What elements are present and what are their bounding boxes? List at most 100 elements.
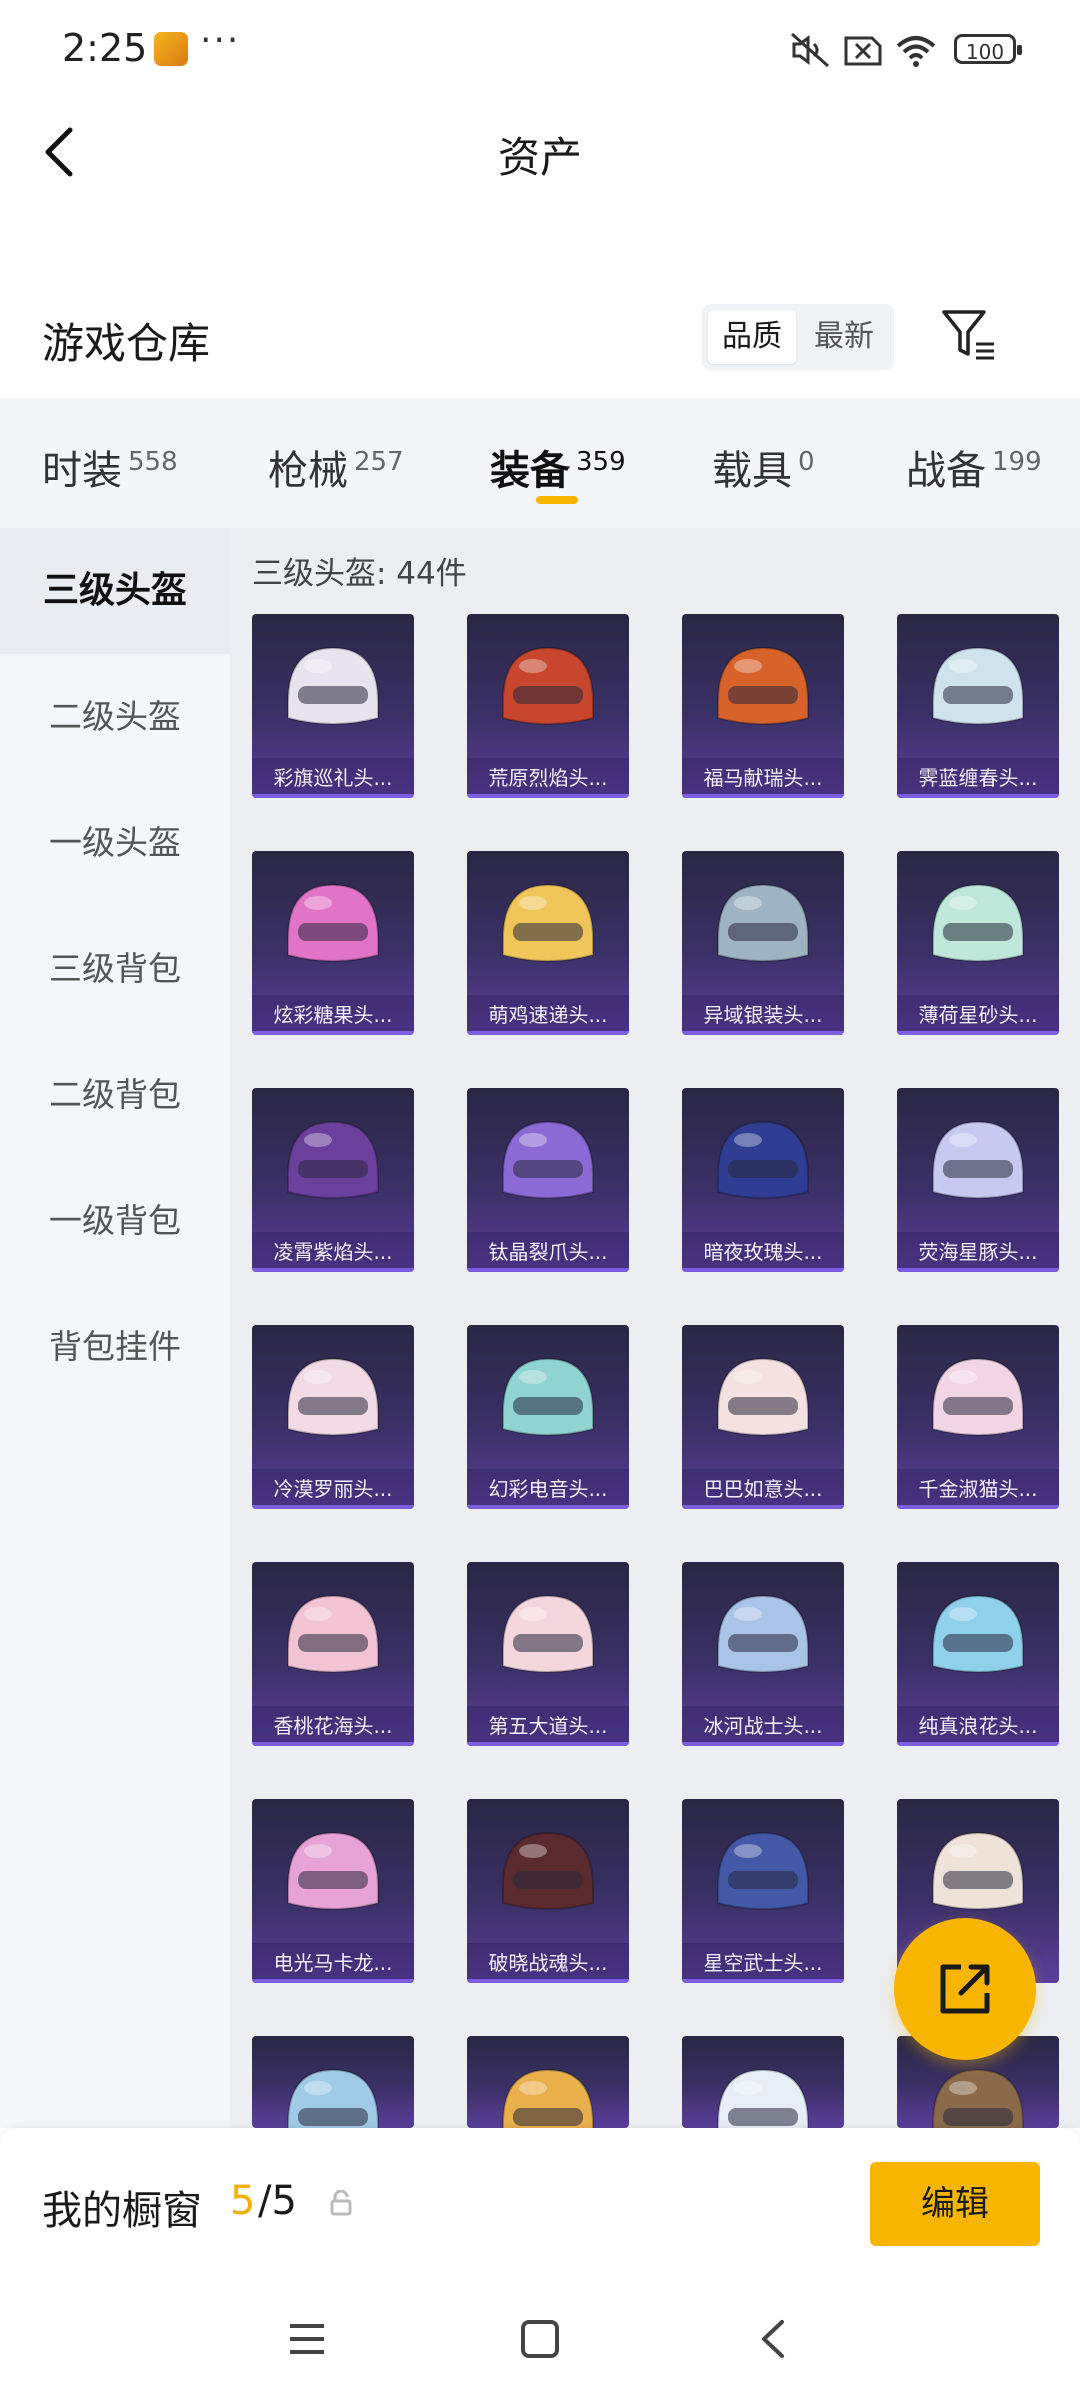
helmet-icon	[287, 1594, 379, 1673]
helmet-icon	[287, 2068, 379, 2128]
back-nav-icon[interactable]	[750, 2314, 800, 2364]
helmet-icon	[717, 646, 809, 725]
item-card[interactable]: 霁蓝缠春头...	[897, 614, 1059, 798]
helmet-icon	[932, 2068, 1024, 2128]
item-name: 暗夜玫瑰头...	[682, 1232, 844, 1272]
filter-icon[interactable]	[940, 306, 998, 364]
rarity-edge	[252, 794, 414, 798]
item-card[interactable]: 破晓战魂头...	[467, 1799, 629, 1983]
item-card[interactable]: 星空武士头...	[682, 1799, 844, 1983]
item-card[interactable]	[467, 2036, 629, 2128]
rarity-edge	[682, 794, 844, 798]
item-card[interactable]: 电光马卡龙...	[252, 1799, 414, 1983]
item-name: 星空武士头...	[682, 1943, 844, 1983]
rarity-edge	[467, 1742, 629, 1746]
status-more-indicator: ···	[200, 20, 241, 61]
category-level3-helmet[interactable]: 三级头盔	[0, 528, 230, 654]
item-card[interactable]: 千金淑猫头...	[897, 1325, 1059, 1509]
rarity-edge	[467, 1505, 629, 1509]
category-level2-helmet[interactable]: 二级头盔	[0, 654, 230, 780]
rarity-edge	[467, 1979, 629, 1983]
rarity-edge	[252, 1979, 414, 1983]
rarity-edge	[897, 794, 1059, 798]
helmet-icon	[717, 1120, 809, 1199]
category-level1-helmet[interactable]: 一级头盔	[0, 780, 230, 906]
recent-apps-icon[interactable]	[282, 2314, 332, 2364]
sort-latest-button[interactable]: 最新	[800, 310, 888, 364]
item-card[interactable]: 彩旗巡礼头...	[252, 614, 414, 798]
share-floating-button[interactable]	[894, 1918, 1036, 2060]
item-card[interactable]: 暗夜玫瑰头...	[682, 1088, 844, 1272]
tab-equipment[interactable]: 装备 359	[490, 438, 626, 496]
item-card[interactable]: 幻彩电音头...	[467, 1325, 629, 1509]
category-backpack-pendant[interactable]: 背包挂件	[0, 1284, 230, 1410]
equipment-tabs: 时装 558 枪械 257 装备 359 载具 0 战备 199	[0, 398, 1080, 528]
rarity-edge	[252, 1505, 414, 1509]
helmet-icon	[717, 2068, 809, 2128]
warehouse-title: 游戏仓库	[42, 319, 211, 368]
item-name: 冷漠罗丽头...	[252, 1469, 414, 1509]
helmet-icon	[502, 1120, 594, 1199]
category-sidebar: 三级头盔 二级头盔 一级头盔 三级背包 二级背包 一级背包 背包挂件	[0, 528, 230, 2128]
item-card[interactable]: 凌霄紫焰头...	[252, 1088, 414, 1272]
item-name: 炫彩糖果头...	[252, 995, 414, 1035]
tab-count: 257	[354, 446, 404, 477]
item-card[interactable]: 冷漠罗丽头...	[252, 1325, 414, 1509]
category-level1-backpack[interactable]: 一级背包	[0, 1158, 230, 1284]
tab-count: 359	[576, 446, 626, 477]
item-card[interactable]: 炫彩糖果头...	[252, 851, 414, 1035]
helmet-icon	[287, 646, 379, 725]
helmet-icon	[717, 1831, 809, 1910]
item-card[interactable]	[252, 2036, 414, 2128]
item-name: 冰河战士头...	[682, 1706, 844, 1746]
item-card[interactable]: 福马献瑞头...	[682, 614, 844, 798]
item-name: 千金淑猫头...	[897, 1469, 1059, 1509]
item-name: 纯真浪花头...	[897, 1706, 1059, 1746]
helmet-icon	[717, 1594, 809, 1673]
rarity-edge	[897, 1505, 1059, 1509]
helmet-icon	[287, 1357, 379, 1436]
helmet-icon	[502, 1831, 594, 1910]
item-card[interactable]: 钛晶裂爪头...	[467, 1088, 629, 1272]
category-level2-backpack[interactable]: 二级背包	[0, 1032, 230, 1158]
helmet-icon	[932, 1831, 1024, 1910]
rarity-edge	[252, 1031, 414, 1035]
item-card[interactable]	[682, 2036, 844, 2128]
edit-button[interactable]: 编辑	[870, 2162, 1040, 2246]
item-card[interactable]: 冰河战士头...	[682, 1562, 844, 1746]
item-card[interactable]: 荒原烈焰头...	[467, 614, 629, 798]
item-name: 幻彩电音头...	[467, 1469, 629, 1509]
rarity-edge	[252, 1742, 414, 1746]
helmet-icon	[502, 646, 594, 725]
tab-label: 枪械	[268, 448, 348, 494]
tab-supplies[interactable]: 战备 199	[906, 438, 1042, 496]
battery-icon: 100	[954, 34, 1022, 64]
sort-quality-button[interactable]: 品质	[708, 310, 796, 364]
rarity-edge	[467, 1268, 629, 1272]
tab-guns[interactable]: 枪械 257	[268, 438, 404, 496]
home-icon[interactable]	[515, 2314, 565, 2364]
item-name: 荒原烈焰头...	[467, 758, 629, 798]
item-card[interactable]: 纯真浪花头...	[897, 1562, 1059, 1746]
system-navigation-bar	[0, 2278, 1080, 2400]
item-card[interactable]: 巴巴如意头...	[682, 1325, 844, 1509]
item-card[interactable]: 第五大道头...	[467, 1562, 629, 1746]
rarity-edge	[897, 1268, 1059, 1272]
category-level3-backpack[interactable]: 三级背包	[0, 906, 230, 1032]
item-card[interactable]: 香桃花海头...	[252, 1562, 414, 1746]
tab-vehicles[interactable]: 载具 0	[712, 438, 815, 496]
item-name: 薄荷星砂头...	[897, 995, 1059, 1035]
helmet-icon	[287, 1120, 379, 1199]
item-card[interactable]: 萌鸡速递头...	[467, 851, 629, 1035]
rarity-edge	[682, 1268, 844, 1272]
active-tab-indicator	[536, 496, 578, 504]
game-app-icon	[154, 32, 188, 66]
helmet-icon	[502, 883, 594, 962]
rarity-edge	[682, 1505, 844, 1509]
item-card[interactable]: 荧海星豚头...	[897, 1088, 1059, 1272]
item-card[interactable]: 薄荷星砂头...	[897, 851, 1059, 1035]
item-card[interactable]: 异域银装头...	[682, 851, 844, 1035]
helmet-icon	[932, 1357, 1024, 1436]
tab-fashion[interactable]: 时装 558	[42, 438, 178, 496]
rarity-edge	[682, 1031, 844, 1035]
